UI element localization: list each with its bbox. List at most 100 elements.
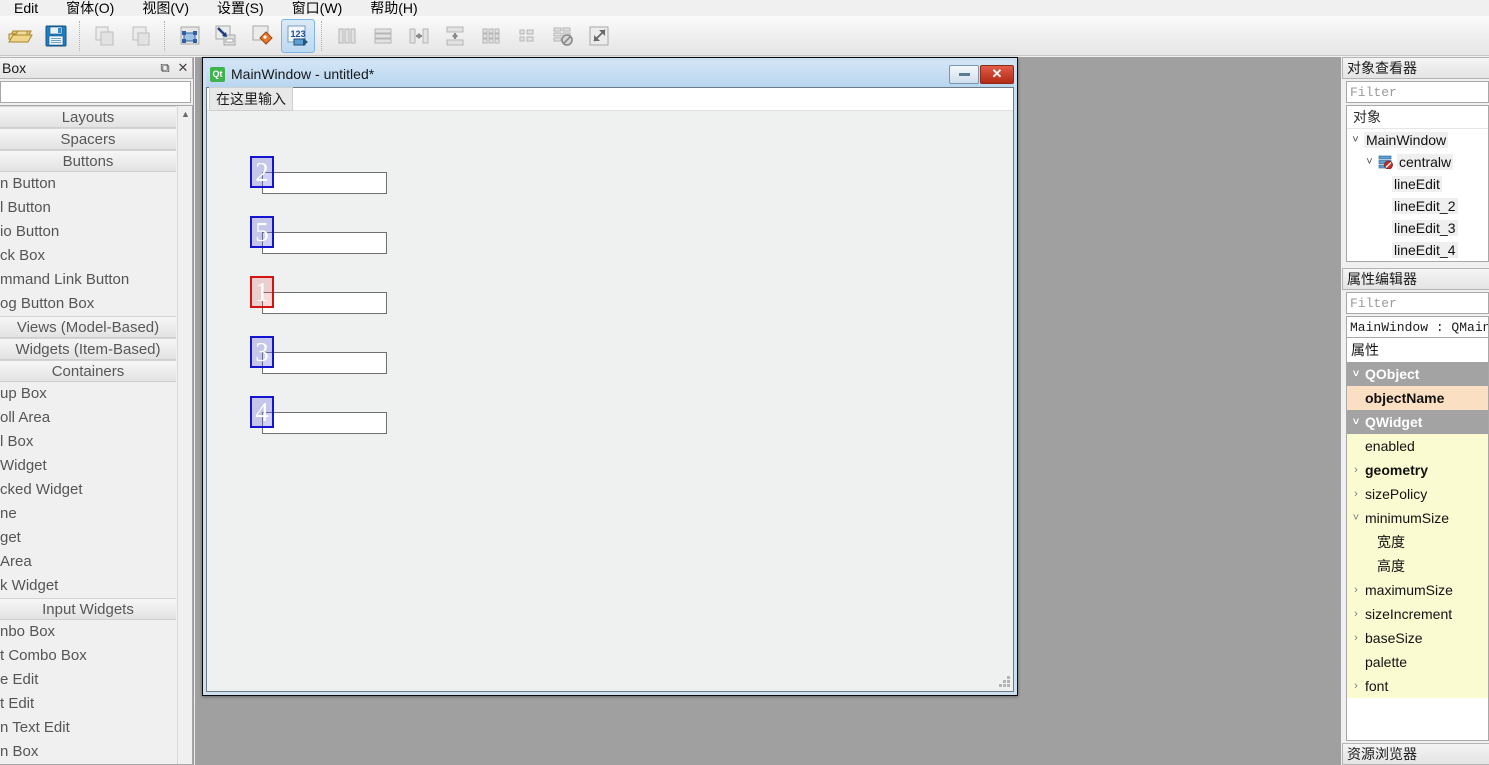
chevron-right-icon[interactable]: ›	[1347, 608, 1365, 620]
widget-box-category[interactable]: Widgets (Item-Based)	[0, 338, 176, 360]
property-table[interactable]: 属性 ˅ QObject objectName ˅ QWidget enabled › geo…	[1346, 338, 1489, 741]
tab-order-badge[interactable]: 5	[250, 216, 274, 248]
tab-order-badge[interactable]: 1	[250, 276, 274, 308]
property-row[interactable]: › maximumSize	[1347, 578, 1488, 602]
widget-box-category[interactable]: Buttons	[0, 150, 176, 172]
widget-box-item[interactable]: og Button Box	[0, 292, 176, 316]
edit-tab-order-icon[interactable]: 123	[281, 18, 315, 53]
float-icon[interactable]: ⧉	[156, 59, 174, 77]
chevron-right-icon[interactable]: ›	[1347, 464, 1365, 476]
widget-box-item[interactable]: up Box	[0, 382, 176, 406]
property-row[interactable]: objectName	[1347, 386, 1488, 410]
chevron-down-icon[interactable]: ˅	[1361, 156, 1378, 168]
object-tree-row[interactable]: ˅ centralw	[1347, 151, 1488, 173]
widget-box-item[interactable]: k Widget	[0, 574, 176, 598]
widget-box-filter-input[interactable]	[0, 81, 191, 103]
widget-box-item[interactable]: l Button	[0, 196, 176, 220]
chevron-right-icon[interactable]: ›	[1347, 488, 1365, 500]
property-row[interactable]: › sizeIncrement	[1347, 602, 1488, 626]
scroll-up-icon[interactable]: ▲	[178, 106, 192, 122]
object-tree-row[interactable]: lineEdit	[1347, 173, 1488, 195]
widget-box-item[interactable]: t Edit	[0, 692, 176, 716]
widget-box-category[interactable]: Spacers	[0, 128, 176, 150]
menu-edit[interactable]: Edit	[0, 0, 52, 16]
chevron-down-icon[interactable]: ˅	[1347, 368, 1365, 380]
widget-box-item[interactable]: e Edit	[0, 668, 176, 692]
chevron-down-icon[interactable]: ˅	[1347, 416, 1365, 428]
property-row[interactable]: 宽度	[1347, 530, 1488, 554]
minimize-button[interactable]	[949, 64, 979, 84]
widget-box-item[interactable]: io Button	[0, 220, 176, 244]
layout-splitter-v-icon[interactable]	[438, 19, 472, 53]
widget-box-category[interactable]: Input Widgets	[0, 598, 176, 620]
save-icon[interactable]	[39, 19, 73, 53]
widget-box-item[interactable]: ck Box	[0, 244, 176, 268]
widget-box-item[interactable]: n Box	[0, 740, 176, 764]
property-row[interactable]: › baseSize	[1347, 626, 1488, 650]
widget-box-item[interactable]: Widget	[0, 454, 176, 478]
widget-box-item[interactable]: n Button	[0, 172, 176, 196]
tab-order-badge[interactable]: 3	[250, 336, 274, 368]
object-tree-row[interactable]: lineEdit_2	[1347, 195, 1488, 217]
tab-order-badge[interactable]: 4	[250, 396, 274, 428]
widget-box-item[interactable]: oll Area	[0, 406, 176, 430]
line-edit-widget[interactable]	[262, 412, 387, 434]
form-titlebar[interactable]: Qt MainWindow - untitled* ✕	[206, 61, 1014, 87]
widget-box-item[interactable]: mmand Link Button	[0, 268, 176, 292]
layout-grid-icon[interactable]	[474, 19, 508, 53]
object-tree-row[interactable]: lineEdit_4	[1347, 239, 1488, 261]
edit-buddies-icon[interactable]	[245, 19, 279, 53]
widget-box-item[interactable]: get	[0, 526, 176, 550]
chevron-right-icon[interactable]: ›	[1347, 584, 1365, 596]
property-row[interactable]: palette	[1347, 650, 1488, 674]
property-editor-filter-input[interactable]: Filter	[1346, 292, 1489, 314]
layout-horizontally-icon[interactable]	[330, 19, 364, 53]
layout-form-icon[interactable]	[510, 19, 544, 53]
widget-box-item[interactable]: t Combo Box	[0, 644, 176, 668]
paste-icon[interactable]	[124, 19, 158, 53]
object-tree-row[interactable]: ˅ MainWindow	[1347, 129, 1488, 151]
widget-box-category[interactable]: Containers	[0, 360, 176, 382]
line-edit-widget[interactable]	[262, 232, 387, 254]
open-icon[interactable]	[3, 19, 37, 53]
widget-box-item[interactable]: ne	[0, 502, 176, 526]
menu-view[interactable]: 视图(V)	[128, 0, 203, 16]
line-edit-widget[interactable]	[262, 292, 387, 314]
widget-box-item[interactable]: cked Widget	[0, 478, 176, 502]
menu-help[interactable]: 帮助(H)	[356, 0, 431, 16]
chevron-down-icon[interactable]: ˅	[1347, 134, 1364, 146]
menu-window[interactable]: 窗口(W)	[278, 0, 357, 16]
widget-box-item[interactable]: n Text Edit	[0, 716, 176, 740]
menu-settings[interactable]: 设置(S)	[203, 0, 278, 16]
widget-box-item[interactable]: Area	[0, 550, 176, 574]
form-design-canvas[interactable]: 2 5 1 3 4	[207, 111, 1013, 691]
layout-splitter-h-icon[interactable]	[402, 19, 436, 53]
line-edit-widget[interactable]	[262, 172, 387, 194]
line-edit-widget[interactable]	[262, 352, 387, 374]
property-row[interactable]: ˅ minimumSize	[1347, 506, 1488, 530]
adjust-size-icon[interactable]	[582, 19, 616, 53]
edit-widgets-icon[interactable]	[173, 19, 207, 53]
property-row[interactable]: › geometry	[1347, 458, 1488, 482]
menubar-placeholder[interactable]: 在这里输入	[209, 87, 293, 111]
menu-form[interactable]: 窗体(O)	[52, 0, 128, 16]
layout-vertically-icon[interactable]	[366, 19, 400, 53]
property-row[interactable]: › sizePolicy	[1347, 482, 1488, 506]
widget-box-category[interactable]: Layouts	[0, 106, 176, 128]
widget-box-item[interactable]: nbo Box	[0, 620, 176, 644]
break-layout-icon[interactable]	[546, 19, 580, 53]
object-inspector-filter-input[interactable]: Filter	[1346, 81, 1489, 103]
property-row[interactable]: 高度	[1347, 554, 1488, 578]
object-inspector-tree[interactable]: 对象 ˅ MainWindow ˅ centralw lineEdit lineEdit_…	[1346, 105, 1489, 262]
object-tree-row[interactable]: lineEdit_3	[1347, 217, 1488, 239]
tab-order-badge[interactable]: 2	[250, 156, 274, 188]
property-row[interactable]: enabled	[1347, 434, 1488, 458]
chevron-right-icon[interactable]: ›	[1347, 632, 1365, 644]
edit-signals-slots-icon[interactable]	[209, 19, 243, 53]
close-icon[interactable]: ✕	[174, 59, 192, 77]
property-row[interactable]: ˅ QObject	[1347, 362, 1488, 386]
size-grip-icon[interactable]	[998, 676, 1011, 689]
chevron-down-icon[interactable]: ˅	[1347, 512, 1365, 524]
widget-box-vscrollbar[interactable]: ▲	[177, 106, 192, 764]
chevron-right-icon[interactable]: ›	[1347, 680, 1365, 692]
